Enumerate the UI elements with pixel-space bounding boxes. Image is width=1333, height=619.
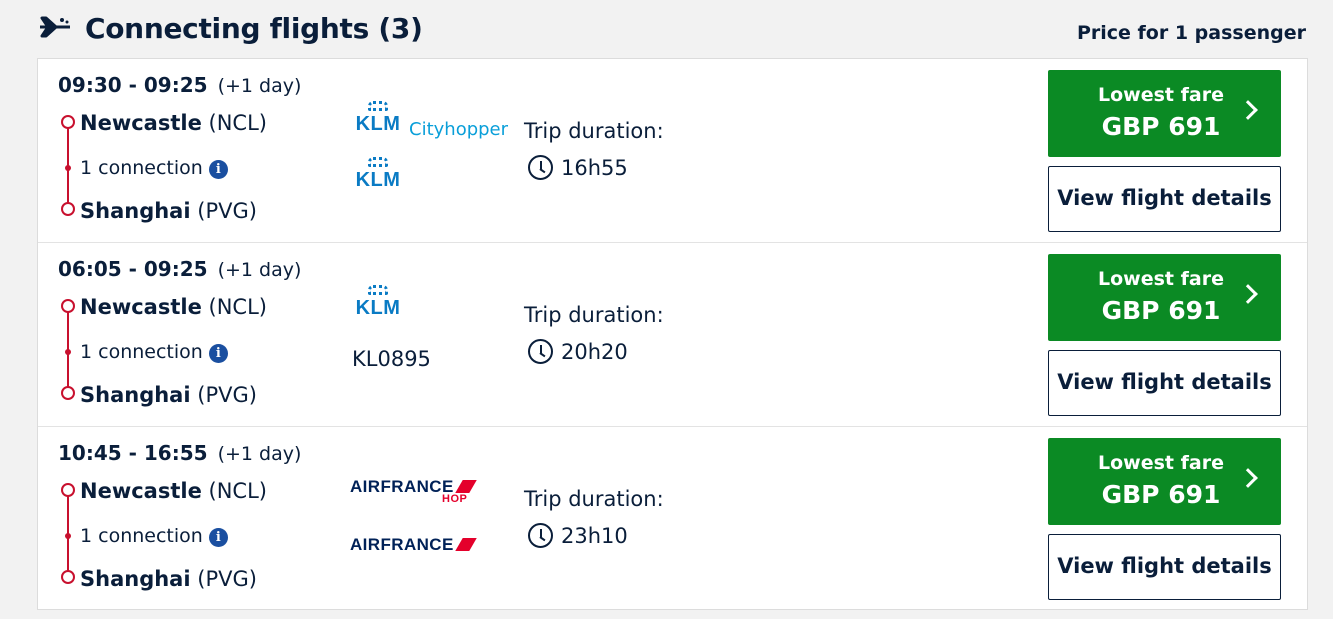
destination: Shanghai (PVG) [80, 383, 257, 407]
lowest-fare-button[interactable]: Lowest fare GBP 691 [1048, 70, 1281, 157]
flight-times: 10:45 - 16:55 (+1 day) [58, 441, 302, 465]
klm-cityhopper-logo: KLM Cityhopper [350, 99, 508, 140]
day-offset: (+1 day) [217, 443, 302, 465]
lowest-fare-button[interactable]: Lowest fare GBP 691 [1048, 438, 1281, 525]
origin: Newcastle (NCL) [80, 111, 267, 135]
flight-row: 09:30 - 09:25 (+1 day) Newcastle (NCL) 1 … [38, 59, 1307, 243]
info-icon[interactable]: i [208, 344, 228, 363]
connection-marker [65, 349, 71, 355]
klm-logo: KLM [350, 155, 406, 190]
air-france-logo: AIRFRANCE [350, 535, 477, 555]
flight-row: 06:05 - 09:25 (+1 day) Newcastle (NCL) 1 … [38, 243, 1307, 427]
day-offset: (+1 day) [217, 259, 302, 281]
fare-price: GBP 691 [1101, 112, 1221, 141]
connection-marker [65, 165, 71, 171]
destination-marker [61, 202, 75, 216]
flight-list: 09:30 - 09:25 (+1 day) Newcastle (NCL) 1 … [37, 58, 1308, 610]
destination: Shanghai (PVG) [80, 567, 257, 591]
destination-marker [61, 570, 75, 584]
view-flight-details-button[interactable]: View flight details [1048, 166, 1281, 232]
flight-number: KL0895 [352, 347, 431, 371]
lowest-fare-button[interactable]: Lowest fare GBP 691 [1048, 254, 1281, 341]
connection-info: 1 connection i [80, 525, 228, 547]
info-icon[interactable]: i [208, 160, 228, 179]
destination: Shanghai (PVG) [80, 199, 257, 223]
fare-price: GBP 691 [1101, 296, 1221, 325]
flight-row: 10:45 - 16:55 (+1 day) Newcastle (NCL) 1 … [38, 427, 1307, 611]
plane-icon [40, 16, 70, 38]
view-flight-details-button[interactable]: View flight details [1048, 534, 1281, 600]
destination-marker [61, 386, 75, 400]
origin: Newcastle (NCL) [80, 479, 267, 503]
page-title: Connecting flights (3) [85, 12, 423, 45]
connection-info: 1 connection i [80, 157, 228, 179]
trip-duration-label: Trip duration: [524, 487, 664, 511]
air-france-hop-logo: AIRFRANCE HOP [350, 477, 477, 505]
trip-duration: 23h10 [528, 523, 628, 548]
day-offset: (+1 day) [217, 75, 302, 97]
connection-info: 1 connection i [80, 341, 228, 363]
origin-marker [61, 483, 75, 497]
connection-marker [65, 533, 71, 539]
trip-duration-label: Trip duration: [524, 303, 664, 327]
price-note: Price for 1 passenger [1076, 22, 1306, 44]
trip-duration: 16h55 [528, 155, 628, 180]
fare-label: Lowest fare [1098, 268, 1224, 290]
view-flight-details-button[interactable]: View flight details [1048, 350, 1281, 416]
fare-label: Lowest fare [1098, 84, 1224, 106]
origin-marker [61, 115, 75, 129]
klm-logo: KLM [350, 283, 406, 318]
trip-duration-label: Trip duration: [524, 119, 664, 143]
clock-icon [528, 155, 553, 180]
clock-icon [528, 523, 553, 548]
origin-marker [61, 299, 75, 313]
fare-price: GBP 691 [1101, 480, 1221, 509]
clock-icon [528, 339, 553, 364]
origin: Newcastle (NCL) [80, 295, 267, 319]
flight-times: 06:05 - 09:25 (+1 day) [58, 257, 302, 281]
fare-label: Lowest fare [1098, 452, 1224, 474]
info-icon[interactable]: i [208, 528, 228, 547]
results-header: Connecting flights (3) Price for 1 passe… [38, 10, 1308, 54]
flight-times: 09:30 - 09:25 (+1 day) [58, 73, 302, 97]
trip-duration: 20h20 [528, 339, 628, 364]
